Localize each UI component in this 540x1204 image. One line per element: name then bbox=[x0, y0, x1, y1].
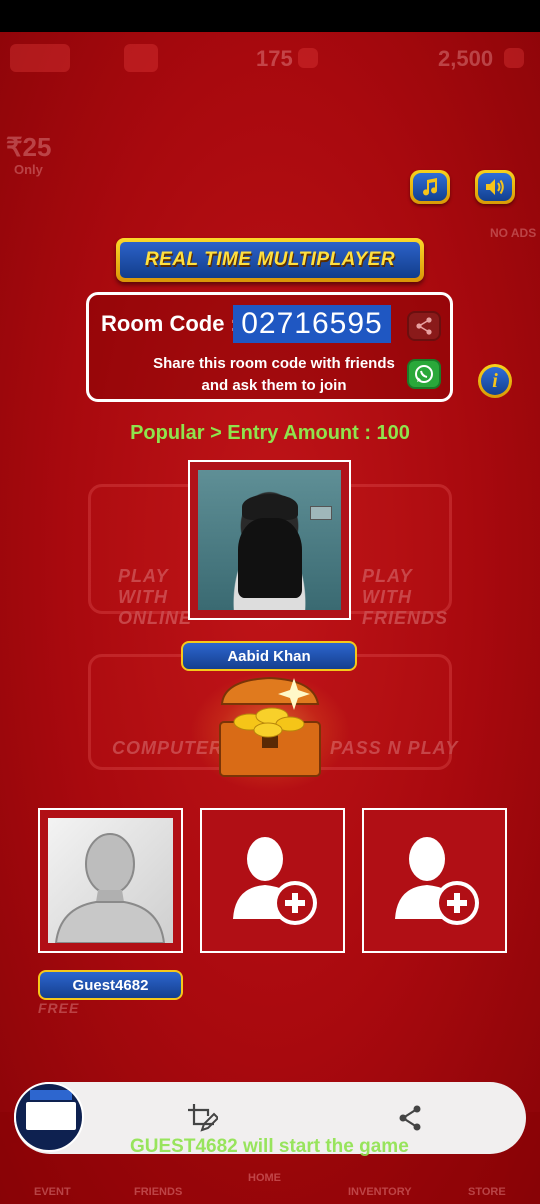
add-user-icon bbox=[232, 836, 317, 925]
crop-edit-icon bbox=[188, 1104, 220, 1132]
entry-amount-text: Popular > Entry Amount : 100 bbox=[130, 422, 410, 444]
default-avatar-icon bbox=[54, 833, 166, 943]
info-icon: i bbox=[481, 367, 509, 395]
bg-play-friends: PLAY WITH FRIENDS bbox=[362, 566, 449, 628]
guest-name-badge: Guest4682 bbox=[38, 970, 183, 1000]
host-mask bbox=[238, 518, 302, 598]
multiplayer-banner: REAL TIME MULTIPLAYER bbox=[116, 238, 424, 282]
bg-price-sub: Only bbox=[14, 162, 43, 177]
bg-nav-home: HOME bbox=[248, 1172, 281, 1184]
bg-no-ads: NO ADS bbox=[490, 226, 537, 240]
share-room-button[interactable] bbox=[407, 311, 441, 341]
host-name-badge: Aabid Khan bbox=[181, 641, 357, 671]
room-code-value[interactable]: 02716595 bbox=[233, 305, 391, 343]
banner-title: REAL TIME MULTIPLAYER bbox=[120, 242, 420, 278]
share-icon bbox=[416, 317, 432, 335]
whatsapp-share-button[interactable] bbox=[407, 359, 441, 389]
bg-nav-friends: FRIENDS bbox=[134, 1186, 183, 1198]
thumbnail-header bbox=[30, 1090, 72, 1100]
bg-nav-store: STORE bbox=[468, 1186, 506, 1198]
host-hair bbox=[242, 494, 298, 520]
music-button[interactable] bbox=[410, 170, 450, 204]
invite-player-slot-2[interactable] bbox=[200, 808, 345, 953]
invite-player-slot-3[interactable] bbox=[362, 808, 507, 953]
room-message-line2: and ask them to join bbox=[201, 377, 347, 394]
room-code-panel: Room Code : 02716595 Share this room cod… bbox=[86, 292, 453, 402]
room-code-label: Room Code : bbox=[101, 311, 238, 336]
guest-avatar bbox=[48, 818, 173, 943]
treasure-chest-icon bbox=[219, 676, 321, 777]
bg-price-tag: ₹25 bbox=[6, 132, 52, 162]
bg-nav-event: EVENT bbox=[34, 1186, 71, 1198]
game-screen: 175 2,500 ₹25 Only NO ADS PLAY WITH ONLI… bbox=[0, 32, 540, 1204]
edit-screenshot-button[interactable] bbox=[186, 1102, 220, 1139]
guest-player-slot bbox=[38, 808, 183, 953]
whatsapp-icon bbox=[415, 365, 433, 383]
bg-nav-inventory: INVENTORY bbox=[348, 1186, 412, 1198]
host-avatar bbox=[198, 470, 341, 610]
share-icon bbox=[399, 1105, 421, 1131]
room-share-message: Share this room code with friends and as… bbox=[129, 353, 419, 397]
start-game-message: GUEST4682 will start the game bbox=[130, 1136, 409, 1157]
info-button[interactable]: i bbox=[478, 364, 512, 398]
speaker-icon bbox=[478, 173, 512, 201]
host-player-slot bbox=[188, 460, 351, 620]
bg-play-online: PLAY WITH ONLINE bbox=[118, 566, 193, 628]
music-note-icon bbox=[413, 173, 447, 201]
bg-free: FREE bbox=[38, 1000, 80, 1016]
add-user-icon bbox=[394, 836, 479, 925]
sound-button[interactable] bbox=[475, 170, 515, 204]
screenshot-thumbnail[interactable] bbox=[14, 1082, 84, 1152]
host-wall-switch bbox=[310, 506, 332, 520]
thumbnail-dialog bbox=[26, 1102, 76, 1130]
room-message-line1: Share this room code with friends bbox=[153, 355, 395, 372]
share-screenshot-button[interactable] bbox=[396, 1104, 424, 1137]
